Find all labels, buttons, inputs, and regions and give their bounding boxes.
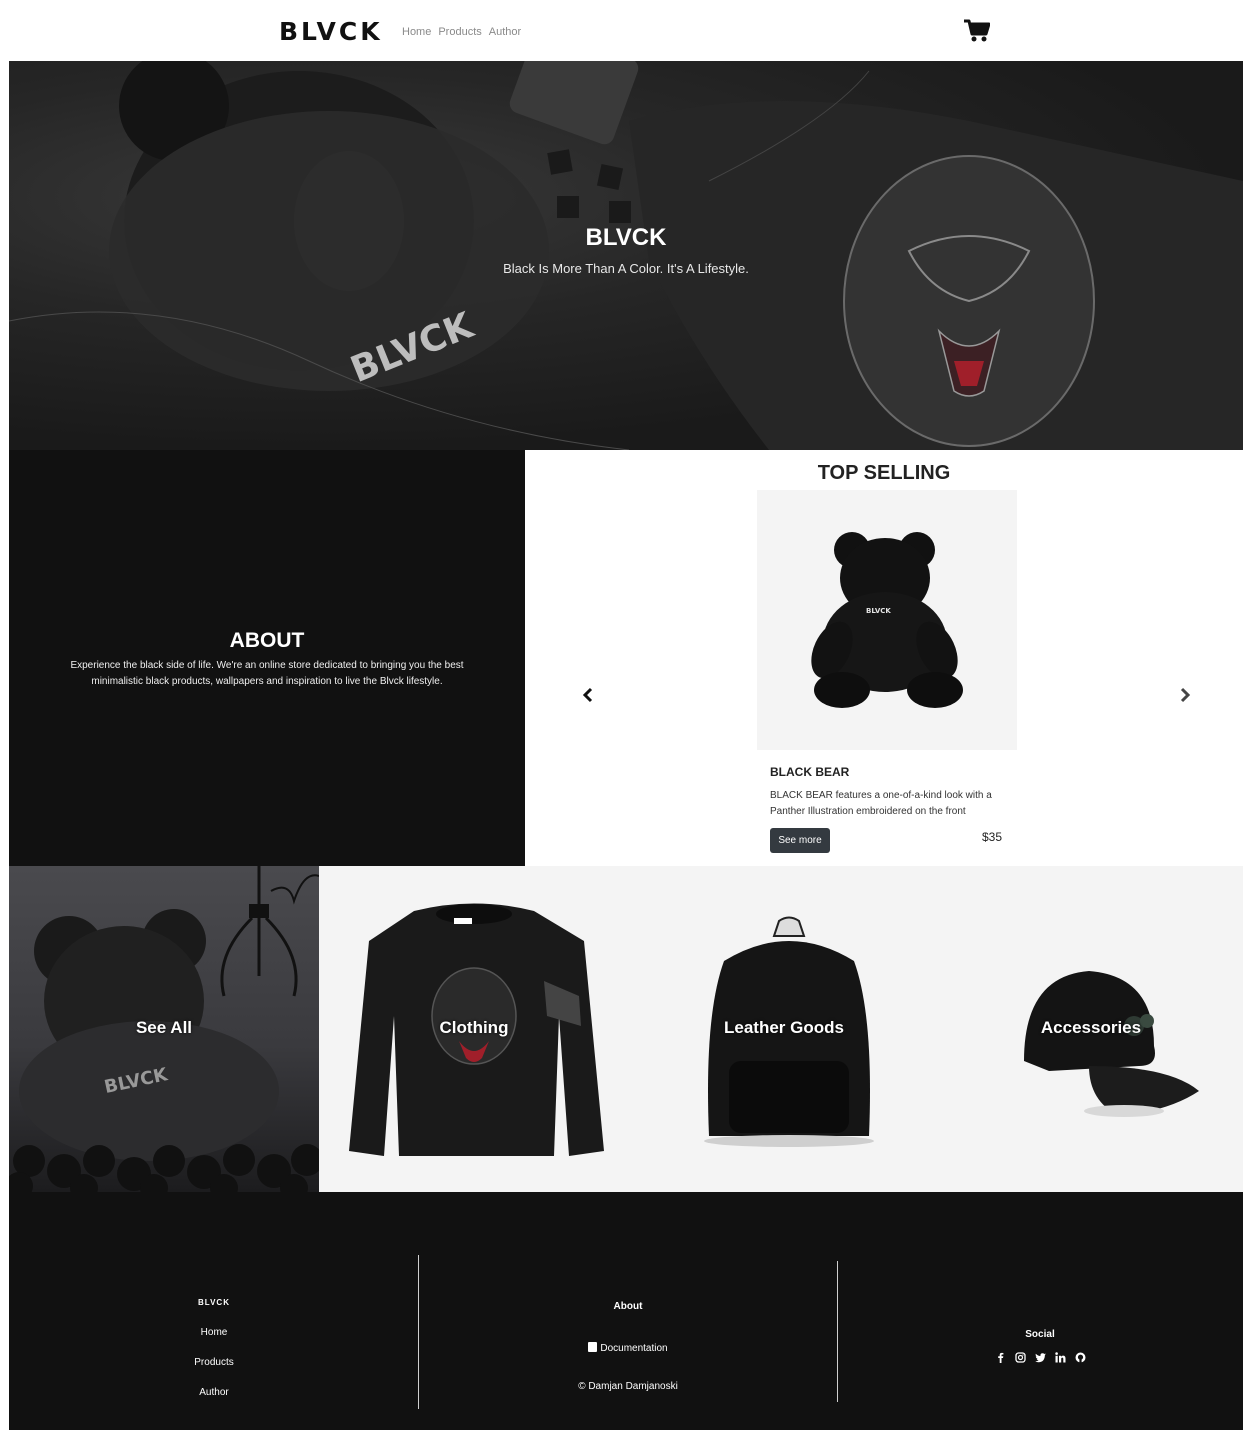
- facebook-icon[interactable]: [995, 1350, 1006, 1363]
- footer-link-author[interactable]: Author: [9, 1387, 419, 1398]
- footer-copyright: © Damjan Damjanoski: [578, 1381, 678, 1392]
- svg-text:BLVCK: BLVCK: [866, 607, 891, 615]
- category-label-leather-goods: Leather Goods: [724, 1018, 844, 1037]
- linkedin-icon[interactable]: [1054, 1350, 1066, 1363]
- nav-link-author[interactable]: Author: [489, 26, 521, 38]
- footer-social-title: Social: [1025, 1329, 1055, 1340]
- footer-link-products[interactable]: Products: [9, 1357, 419, 1368]
- book-icon: [588, 1342, 598, 1352]
- chevron-left-icon[interactable]: [579, 686, 597, 704]
- categories: BLVCK See All Clothing Leather Goods Acc…: [9, 866, 1243, 1192]
- social-icons: [837, 1350, 1243, 1363]
- nav-link-products[interactable]: Products: [438, 26, 481, 38]
- about-text: Experience the black side of life. We're…: [70, 660, 464, 687]
- about-title: ABOUT: [229, 629, 305, 652]
- nav-links: Home Products Author: [402, 26, 521, 38]
- footer-column-about: About Documentation © Damjan Damjanoski: [419, 1192, 837, 1430]
- shopping-cart-icon[interactable]: [964, 19, 990, 43]
- product-image[interactable]: BLVCK: [757, 490, 1017, 750]
- category-clothing[interactable]: Clothing: [319, 866, 629, 1192]
- category-leather-goods[interactable]: Leather Goods: [629, 866, 939, 1192]
- navbar: BLVCK Home Products Author: [9, 0, 1243, 61]
- footer-documentation-label: Documentation: [600, 1343, 668, 1354]
- category-see-all[interactable]: BLVCK See All: [9, 866, 319, 1192]
- brand-logo[interactable]: BLVCK: [279, 17, 383, 46]
- hero-banner: BLVCK BLVCK Black Is More Than A Color. …: [9, 61, 1243, 450]
- twitter-icon[interactable]: [1034, 1350, 1046, 1363]
- nav-link-home[interactable]: Home: [402, 26, 431, 38]
- black-bear-illustration: BLVCK: [811, 532, 963, 708]
- footer-column-nav: BLVCK Home Products Author: [9, 1192, 419, 1430]
- see-more-button[interactable]: See more: [770, 828, 830, 853]
- instagram-icon[interactable]: [1014, 1350, 1026, 1363]
- top-selling-title: TOP SELLING: [817, 462, 951, 484]
- footer-about[interactable]: About: [419, 1301, 837, 1312]
- footer-brand[interactable]: BLVCK: [9, 1298, 419, 1307]
- hero-background-image: BLVCK: [9, 61, 1243, 450]
- product-price: $35: [982, 830, 1003, 844]
- category-label-clothing: Clothing: [439, 1018, 509, 1037]
- footer-link-home[interactable]: Home: [9, 1327, 419, 1338]
- footer: BLVCK Home Products Author About Documen…: [9, 1192, 1243, 1430]
- about-section: ABOUT Experience the black side of life.…: [9, 450, 525, 866]
- github-icon[interactable]: [1075, 1350, 1086, 1363]
- top-selling-carousel: TOP SELLING BLVCK BLACK BEAR BLACK BEAR …: [525, 450, 1243, 866]
- product-description: BLACK BEAR features a one-of-a-kind look…: [770, 790, 992, 817]
- chevron-right-icon[interactable]: [1176, 686, 1194, 704]
- footer-documentation-link[interactable]: Documentation: [419, 1342, 837, 1354]
- hero-title: BLVCK: [585, 224, 667, 251]
- category-label-accessories: Accessories: [1040, 1018, 1142, 1037]
- category-label-see-all: See All: [135, 1018, 193, 1037]
- hero-subtitle: Black Is More Than A Color. It's A Lifes…: [503, 261, 749, 276]
- product-name: BLACK BEAR: [770, 765, 850, 779]
- footer-column-social: Social: [837, 1192, 1243, 1430]
- category-accessories[interactable]: Accessories: [939, 866, 1243, 1192]
